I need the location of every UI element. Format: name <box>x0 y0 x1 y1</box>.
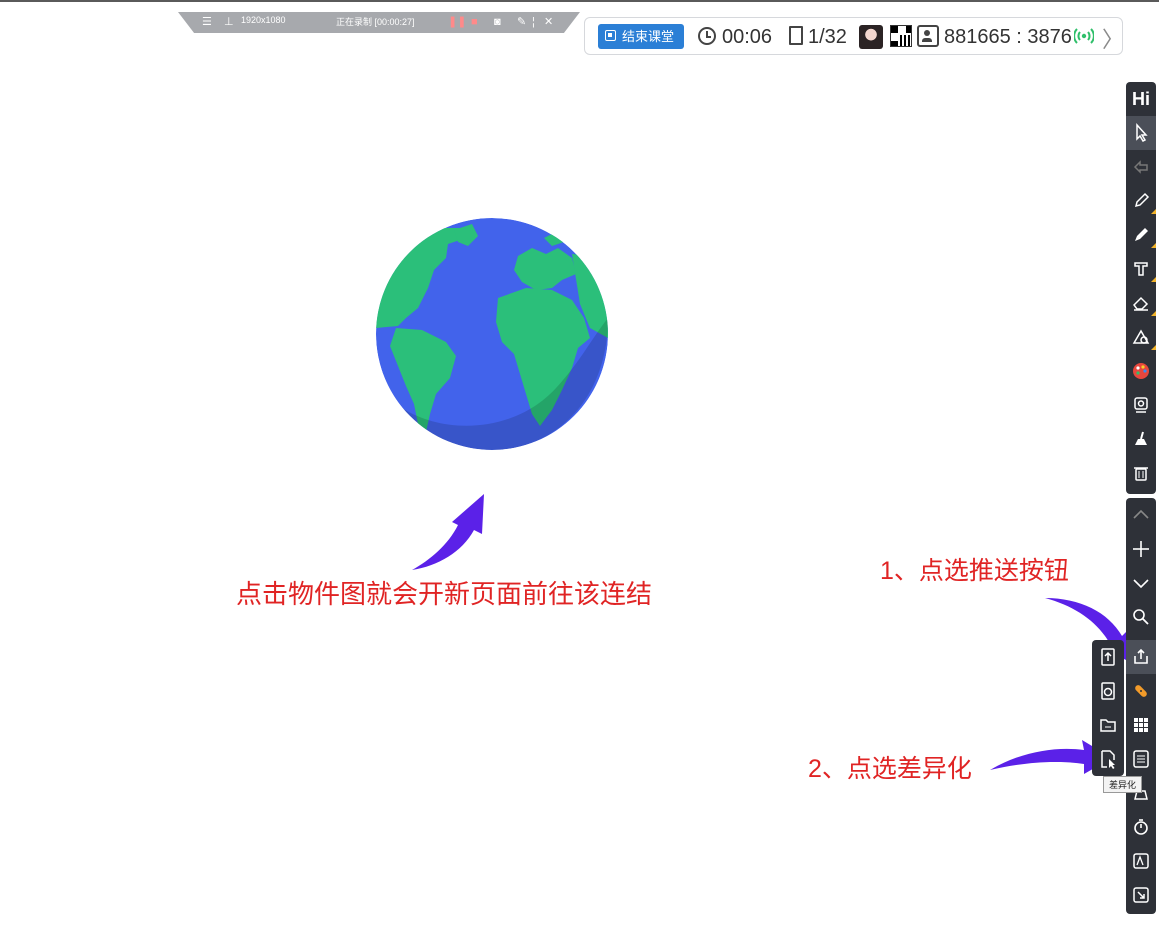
pen-icon[interactable]: ✎ <box>517 15 526 29</box>
text-icon <box>1134 262 1148 276</box>
font-size-icon <box>1133 853 1149 869</box>
text-tool-button[interactable] <box>1126 252 1156 286</box>
eraser-tool-button[interactable] <box>1126 286 1156 320</box>
clock-icon <box>698 27 716 45</box>
marker-tool-button[interactable] <box>1126 218 1156 252</box>
zoom-button[interactable] <box>1126 600 1156 634</box>
contact-card-icon[interactable] <box>917 25 939 47</box>
differentiation-tooltip: 差异化 <box>1103 776 1142 793</box>
annotation-main: 点击物件图就会开新页面前往该连结 <box>236 579 653 609</box>
file-cursor-icon <box>1101 750 1115 769</box>
bandage-icon <box>1135 685 1147 697</box>
window-top-border <box>0 0 1159 2</box>
clear-ink-button[interactable] <box>1126 422 1156 456</box>
page-toolbar <box>1126 498 1156 914</box>
recording-resolution: 1920x1080 <box>241 15 286 25</box>
pause-icon[interactable]: ❚❚ <box>448 15 466 29</box>
folder-icon <box>1100 719 1116 732</box>
timer-button[interactable] <box>1126 810 1156 844</box>
text-resize-button[interactable] <box>1126 844 1156 878</box>
chevron-up-icon <box>1133 509 1149 519</box>
stopwatch-icon <box>1134 819 1148 835</box>
eraser-icon <box>1133 296 1149 311</box>
page-icon <box>789 26 803 45</box>
webcam-icon <box>1134 397 1148 413</box>
upload-file-icon <box>1101 648 1115 666</box>
push-button[interactable] <box>1126 640 1156 674</box>
palette-icon <box>1133 363 1149 379</box>
hi-button[interactable]: Hi <box>1126 82 1156 116</box>
next-page-button[interactable] <box>1126 566 1156 600</box>
tool-toolbar: Hi <box>1126 82 1156 494</box>
stop-square-icon <box>605 30 616 41</box>
plus-icon <box>1133 541 1149 557</box>
minimize-window-icon <box>1133 887 1149 903</box>
camera-icon[interactable]: ◙ <box>494 15 501 29</box>
trash-icon <box>1134 467 1148 481</box>
arrow-annotations <box>412 494 1130 774</box>
push-upload-button[interactable] <box>1092 640 1124 674</box>
class-status-bar: 结束课堂 00:06 1/32 881665 : 3876 〉 <box>584 17 1124 55</box>
globe-image[interactable] <box>376 218 608 450</box>
add-page-button[interactable] <box>1126 532 1156 566</box>
color-palette-button[interactable] <box>1126 354 1156 388</box>
pin-icon[interactable]: ⊥ <box>224 15 234 29</box>
share-upload-icon <box>1134 648 1148 664</box>
room-number: 881665 : 3876 <box>944 26 1072 48</box>
apps-grid-button[interactable] <box>1126 708 1156 742</box>
close-icon[interactable]: ✕ <box>544 15 553 29</box>
marker-icon <box>1135 228 1148 241</box>
end-class-button[interactable]: 结束课堂 <box>598 24 684 49</box>
undo-button[interactable] <box>1126 150 1156 184</box>
camera-tool-button[interactable] <box>1126 388 1156 422</box>
pointer-icon <box>1136 123 1148 142</box>
grid-icon <box>1134 718 1148 732</box>
checklist-icon <box>1133 750 1149 768</box>
differentiation-button[interactable] <box>1092 742 1124 776</box>
undo-icon <box>1133 160 1148 174</box>
class-timer: 00:06 <box>722 26 773 48</box>
annotation-step-2: 2、点选差异化 <box>808 755 972 783</box>
shape-tool-button[interactable] <box>1126 320 1156 354</box>
pen-tool-button[interactable] <box>1126 184 1156 218</box>
chevron-down-icon <box>1133 579 1149 589</box>
pencil-icon <box>1134 192 1150 208</box>
delete-button[interactable] <box>1126 456 1156 490</box>
chevron-right-icon[interactable]: 〉 <box>1102 22 1124 54</box>
push-submenu <box>1092 640 1124 776</box>
stop-icon[interactable]: ■ <box>471 15 478 29</box>
divider-icon: ¦ <box>532 16 535 28</box>
push-folder-button[interactable] <box>1092 708 1124 742</box>
page-counter[interactable]: 1/32 <box>808 24 847 50</box>
select-tool-button[interactable] <box>1126 116 1156 150</box>
recording-bar: ☰ ⊥ 1920x1080 正在录制 [00:00:27] ❚❚ ■ ◙ ✎ ¦… <box>178 12 580 33</box>
menu-icon[interactable]: ☰ <box>202 15 212 29</box>
minimize-button[interactable] <box>1126 878 1156 912</box>
qr-code-icon[interactable] <box>890 25 912 47</box>
recording-status: 正在录制 [00:00:27] <box>336 17 415 27</box>
avatar[interactable] <box>859 25 883 49</box>
annotation-step-1: 1、点选推送按钮 <box>880 557 1069 585</box>
magnifier-icon <box>1133 609 1149 625</box>
push-sync-button[interactable] <box>1092 674 1124 708</box>
magic-wand-button[interactable] <box>1126 674 1156 708</box>
list-button[interactable] <box>1126 742 1156 776</box>
end-class-label: 结束课堂 <box>622 29 675 44</box>
brush-clear-icon <box>1135 431 1147 445</box>
previous-page-button[interactable] <box>1126 498 1156 532</box>
signal-icon <box>1074 28 1094 44</box>
shapes-icon <box>1132 329 1150 344</box>
sync-file-icon <box>1101 682 1115 700</box>
